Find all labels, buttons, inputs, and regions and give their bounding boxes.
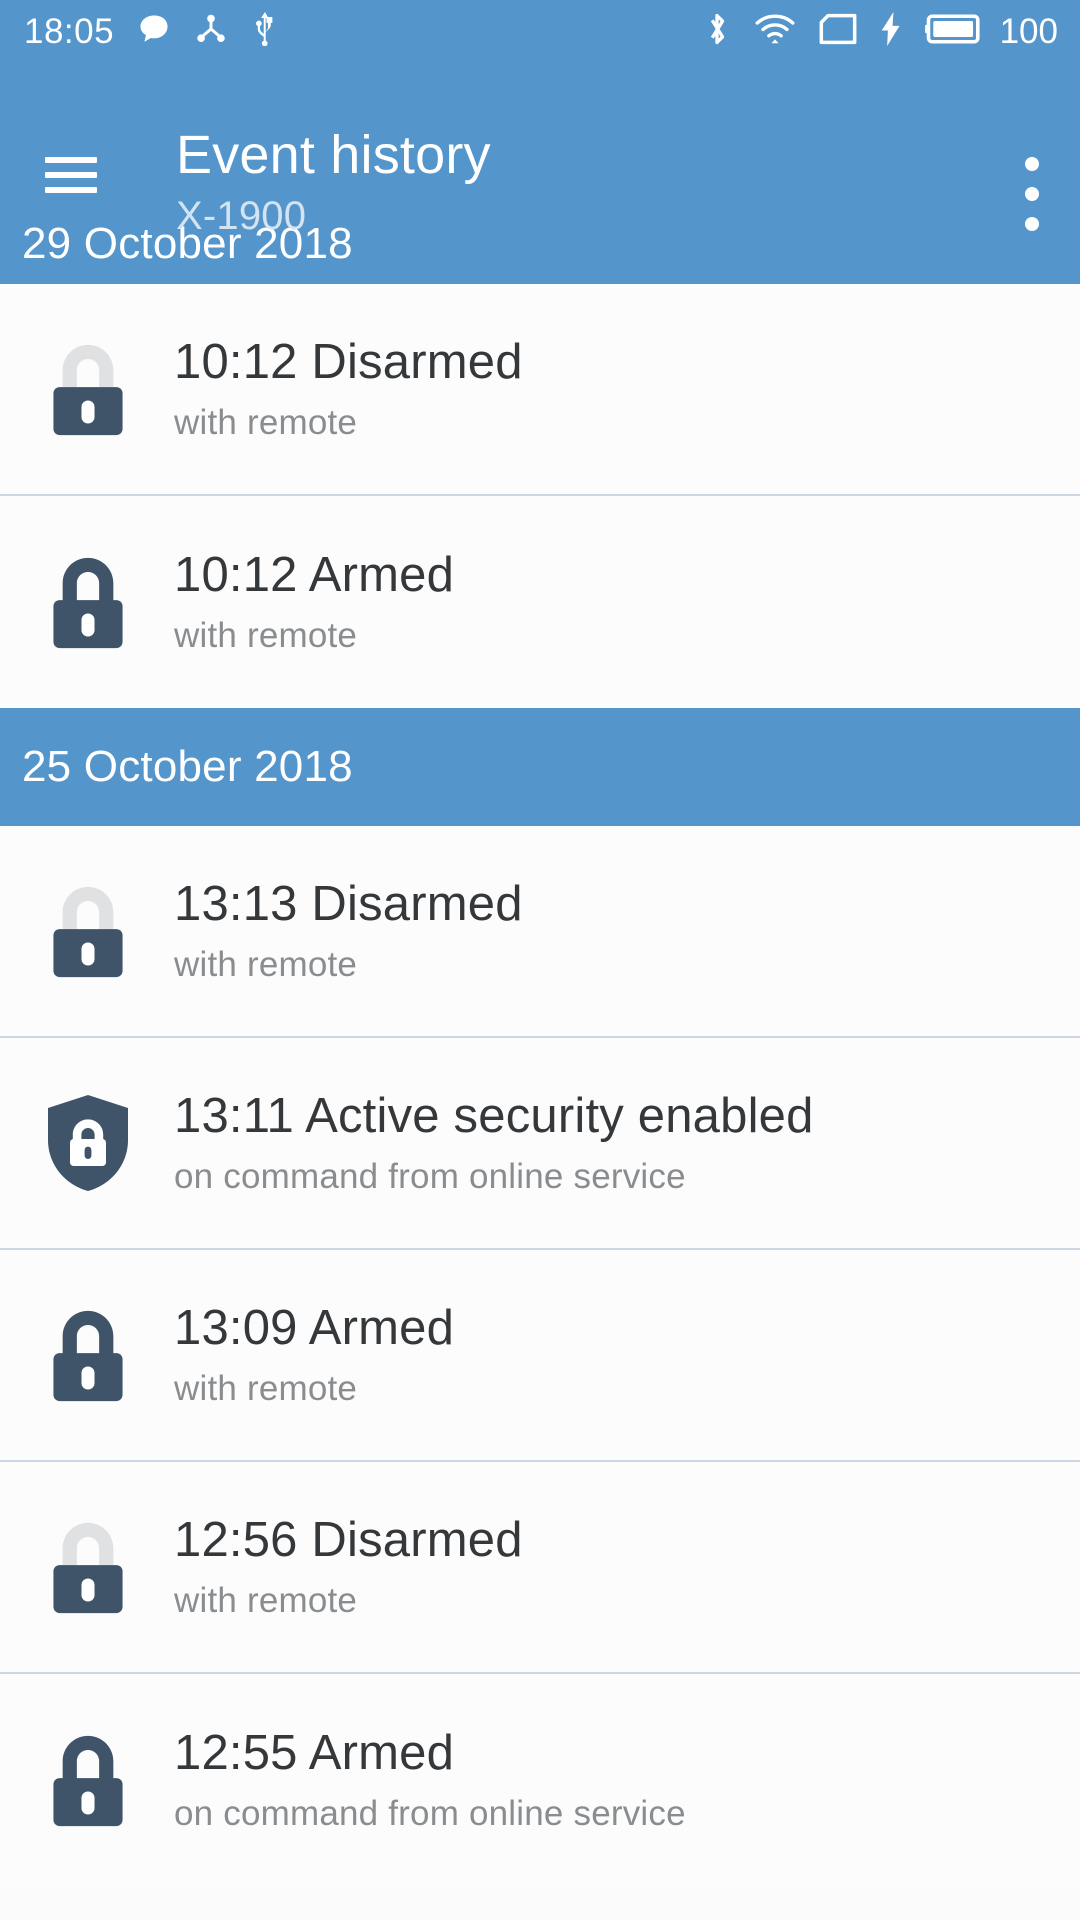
list-item-title: 13:11 Active security enabled [174,1089,814,1143]
list-item-detail: with remote [174,403,358,442]
list-item-detail: with remote [174,1369,358,1408]
event-list-section-2: 13:13 Disarmed with remote 13:11 Active … [0,826,1080,1886]
lock-closed-icon [42,1306,134,1404]
list-item[interactable]: 10:12 Disarmed with remote [0,284,1080,496]
list-item-title: 13:13 Disarmed [174,877,523,931]
page-subtitle: X-1900 [176,194,307,238]
usb-icon [250,11,280,51]
list-item-text: 13:13 Disarmed with remote [174,876,523,986]
app-bar-titles: Event history X-1900 [176,124,491,240]
status-bar-clock: 18:05 [24,11,115,51]
sim-card-icon [818,12,858,51]
overflow-dot-2 [1025,187,1039,201]
list-item-detail: on command from online service [174,1157,686,1196]
list-item-text: 12:55 Armed on command from online servi… [174,1725,686,1835]
lock-open-icon [42,340,134,438]
bluetooth-icon [702,10,732,53]
list-item-detail: with remote [174,1581,358,1620]
event-list-section-1: 10:12 Disarmed with remote 10:12 Armed w… [0,284,1080,708]
lock-open-icon [42,882,134,980]
hamburger-bar-2 [45,172,97,178]
list-item-title: 12:56 Disarmed [174,1513,523,1567]
share-nodes-icon [194,12,228,51]
hamburger-menu-icon[interactable] [45,157,97,193]
battery-full-icon [924,12,984,51]
list-item[interactable]: 12:56 Disarmed with remote [0,1462,1080,1674]
app-bar-row: Event history X-1900 [0,62,1080,238]
list-item[interactable]: 13:09 Armed with remote [0,1250,1080,1462]
app-bar: Event history X-1900 29 October 2018 [0,62,1080,328]
list-item[interactable]: 13:11 Active security enabled on command… [0,1038,1080,1250]
lock-closed-icon [42,1731,134,1829]
charging-bolt-icon [880,11,902,51]
date-header: 25 October 2018 [0,708,1080,826]
list-item[interactable]: 10:12 Armed with remote [0,496,1080,708]
lock-open-icon [42,1518,134,1616]
overflow-dot-3 [1025,217,1039,231]
list-item[interactable]: 12:55 Armed on command from online servi… [0,1674,1080,1886]
shield-lock-icon [42,1094,134,1192]
hamburger-bar-1 [45,157,97,163]
app-screen: 18:05 100 Event history X-1900 29 Octobe… [0,0,1080,1920]
list-item-detail: with remote [174,616,358,655]
list-item-title: 10:12 Armed [174,548,455,602]
status-bar-left: 18:05 [24,11,280,52]
list-item-text: 12:56 Disarmed with remote [174,1512,523,1622]
wifi-icon [754,12,796,51]
hamburger-bar-3 [45,187,97,193]
list-item-detail: with remote [174,945,358,984]
battery-percent-label: 100 [999,11,1058,51]
list-item[interactable]: 13:13 Disarmed with remote [0,826,1080,1038]
list-item-title: 13:09 Armed [174,1301,455,1355]
lock-closed-icon [42,553,134,651]
list-item-title: 10:12 Disarmed [174,335,523,389]
overflow-dot-1 [1025,157,1039,171]
message-bubble-icon [136,11,172,52]
status-bar-right: 100 [702,10,1058,53]
status-bar: 18:05 100 [0,0,1080,62]
list-item-title: 12:55 Armed [174,1726,455,1780]
list-item-text: 10:12 Armed with remote [174,547,454,657]
page-title: Event history [176,125,491,185]
list-item-text: 10:12 Disarmed with remote [174,334,523,444]
overflow-menu-icon[interactable] [1024,157,1040,231]
list-item-text: 13:09 Armed with remote [174,1300,454,1410]
list-item-text: 13:11 Active security enabled on command… [174,1088,814,1198]
list-item-detail: on command from online service [174,1794,686,1833]
